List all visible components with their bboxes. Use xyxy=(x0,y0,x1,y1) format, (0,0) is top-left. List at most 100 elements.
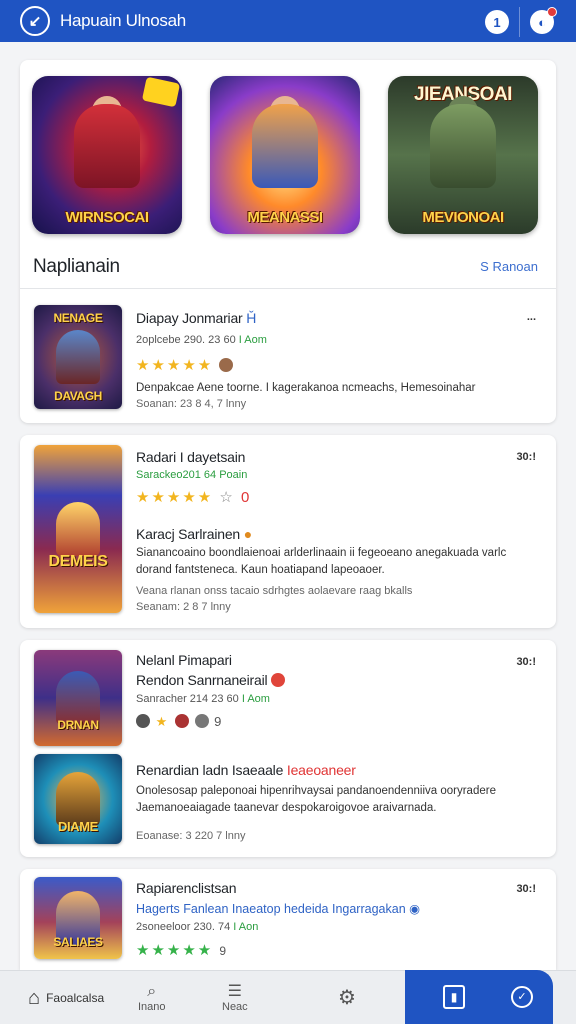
game-name: Rapiarenclistsan xyxy=(136,880,237,896)
nav-search[interactable]: ⌕ Inano xyxy=(138,971,166,1024)
list-item[interactable]: NENAGE DAVAGH Diapay Jonmariar Ȟ 2oplceb… xyxy=(20,289,556,423)
settings-icon: ⚙ xyxy=(338,987,356,1009)
more-icon[interactable]: 30:! xyxy=(516,883,536,895)
rating-extra-icon: ☆ xyxy=(219,489,235,506)
top-app-bar: ↙ Hapuain Ulnosah 1 ◐ xyxy=(0,0,576,42)
clock-icon[interactable]: ✓ xyxy=(511,986,533,1008)
sticker-badge xyxy=(141,76,181,108)
top-actions: 1 ◐ xyxy=(485,7,557,37)
more-icon[interactable]: 30:! xyxy=(516,656,536,668)
nav-settings[interactable]: ⚙ xyxy=(338,971,356,1024)
stars-text: ★★★★★ xyxy=(136,942,214,959)
thumb-caption: DAVAGH xyxy=(54,389,102,403)
meta-tag: Poain xyxy=(219,469,248,481)
divider xyxy=(519,7,520,37)
notification-badge xyxy=(547,7,557,17)
game-description: Sianancoaino boondlaienoai arlderlinaain… xyxy=(136,547,507,576)
notification-icon[interactable]: ◐ xyxy=(530,7,557,34)
game-thumbnail[interactable]: DRNAN xyxy=(34,650,122,746)
account-icon[interactable]: 1 xyxy=(485,10,509,34)
link-text: Hagerts Fanlean Inaeatop hedeida Ingarra… xyxy=(136,902,406,916)
thumb-caption: DEMEIS xyxy=(48,553,108,570)
game-thumbnail[interactable]: SALIAES xyxy=(34,877,122,959)
list-item[interactable]: DRNAN DIAME Nelanl Pimapari Rendon Sanrn… xyxy=(20,640,556,857)
avatar-icon xyxy=(136,714,150,728)
game-thumbnail[interactable]: NENAGE DAVAGH xyxy=(34,305,122,409)
list-item[interactable]: DEMEIS Radari I dayetsain Sarackeo201 64… xyxy=(20,435,556,628)
game-description: Denpakcae Aene toorne. I kagerakanoa ncm… xyxy=(136,382,476,394)
game-description: Onolesosap paleponoai hipenrihvaysai pan… xyxy=(136,785,496,814)
thumb-caption: NENAGE xyxy=(53,311,103,325)
featured-carousel: WIRNSOCAI MEANASSI JIEANSOAI MEVIONOAI xyxy=(32,76,538,234)
back-icon[interactable]: ↙ xyxy=(20,6,50,36)
name-suffix: Ȟ xyxy=(246,310,257,326)
list-item[interactable]: SALIAES Rapiarenclistsan Hagerts Fanlean… xyxy=(20,869,556,970)
meta-tag: I Aom xyxy=(241,693,270,705)
game-meta: 2oplcebe 290. 23 60 I Aom xyxy=(136,334,267,346)
rating-stars: ★★★★★ 9 xyxy=(136,941,228,959)
game-thumbnail[interactable]: DIAME xyxy=(34,754,122,844)
game-subtitle: Renardian ladn Isaeaale Ieaeoaneer xyxy=(136,762,356,778)
game-thumbnail[interactable]: DEMEIS xyxy=(34,445,122,613)
rating-extra: 0 xyxy=(241,489,252,506)
game-subinfo: Seanam: 2 8 7 lnny xyxy=(136,601,231,613)
thumb-caption: DRNAN xyxy=(57,718,99,732)
app-title: Hapuain Ulnosah xyxy=(60,11,186,30)
featured-caption: MEVIONOAI xyxy=(422,209,504,226)
game-meta: 2soneeloor 230. 74 I Aon xyxy=(136,921,258,933)
hero-figure xyxy=(252,103,318,188)
game-name-secondary: Rendon Sanrnaneirail xyxy=(136,672,286,688)
rating-stars: ★★★★★ ☆ 0 xyxy=(136,488,251,506)
library-icon[interactable]: ▮ xyxy=(443,985,465,1009)
name2-text: Rendon Sanrnaneirail xyxy=(136,672,268,688)
rating-row: ★ 9 xyxy=(136,714,223,730)
game-name: Radari I dayetsain xyxy=(136,449,246,465)
featured-game-1[interactable]: WIRNSOCAI xyxy=(32,76,182,234)
nav-label: Inano xyxy=(138,1001,166,1013)
bottom-navigation: ⌂ Faoalcalsa ⌕ Inano ☰ Neac ⚙ ▮ ✓ xyxy=(0,970,576,1024)
featured-caption: WIRNSOCAI xyxy=(65,209,150,226)
game-subinfo: Eoanase: 3 220 7 lnny xyxy=(136,830,246,842)
fire-icon: ● xyxy=(243,526,252,542)
thumb-caption: SALIAES xyxy=(53,935,103,949)
nav-list[interactable]: ☰ Neac xyxy=(222,971,248,1024)
more-icon[interactable]: ... xyxy=(527,311,536,323)
subtitle-text: Renardian ladn Isaeaale xyxy=(136,762,284,778)
nav-label: Faoalcalsa xyxy=(46,991,105,1005)
section-title: Naplianain xyxy=(33,256,120,277)
stars-text: ★★★★★ xyxy=(136,489,214,506)
nav-home[interactable]: ⌂ Faoalcalsa xyxy=(28,971,104,1024)
more-icon[interactable]: 30:! xyxy=(516,451,536,463)
game-name: Nelanl Pimapari xyxy=(136,652,232,668)
featured-game-2[interactable]: MEANASSI xyxy=(210,76,360,234)
home-icon: ⌂ xyxy=(28,986,41,1009)
featured-caption: MEANASSI xyxy=(247,209,323,226)
thumb-caption: DIAME xyxy=(58,819,98,834)
nav-label: Neac xyxy=(222,1001,248,1013)
featured-game-3[interactable]: JIEANSOAI MEVIONOAI xyxy=(388,76,538,234)
rating-extra: 9 xyxy=(214,714,224,729)
thumb-character xyxy=(56,772,100,826)
subtitle-tag: Ieaeoaneer xyxy=(286,762,356,778)
thumb-character xyxy=(56,330,100,384)
game-meta: Sarackeo201 64 Poain xyxy=(136,469,247,481)
game-link[interactable]: Hagerts Fanlean Inaeatop hedeida Ingarra… xyxy=(136,901,420,916)
avatar-icon xyxy=(219,358,234,372)
game-subinfo: Veana rlanan onss tacaio sdrhgtes aolaev… xyxy=(136,585,413,597)
meta-tag: I Aom xyxy=(238,334,267,346)
search-icon: ⌕ xyxy=(147,983,157,1000)
badge-icon xyxy=(271,673,286,687)
avatar-icon xyxy=(174,714,189,728)
thumb-character xyxy=(56,671,100,725)
thumb-character xyxy=(56,502,100,556)
rating-extra: 9 xyxy=(219,944,229,958)
featured-card: WIRNSOCAI MEANASSI JIEANSOAI MEVIONOAI N… xyxy=(20,60,556,423)
info-icon: ◉ xyxy=(409,902,421,916)
avatar-icon xyxy=(194,714,209,728)
list-icon: ☰ xyxy=(227,983,243,1000)
game-name-text: Diapay Jonmariar xyxy=(136,310,243,326)
hero-figure xyxy=(74,103,140,188)
hero-figure xyxy=(430,103,496,188)
see-all-link[interactable]: S Ranoan xyxy=(480,259,538,274)
game-subtitle: Karacj Sarlrainen ● xyxy=(136,526,252,542)
